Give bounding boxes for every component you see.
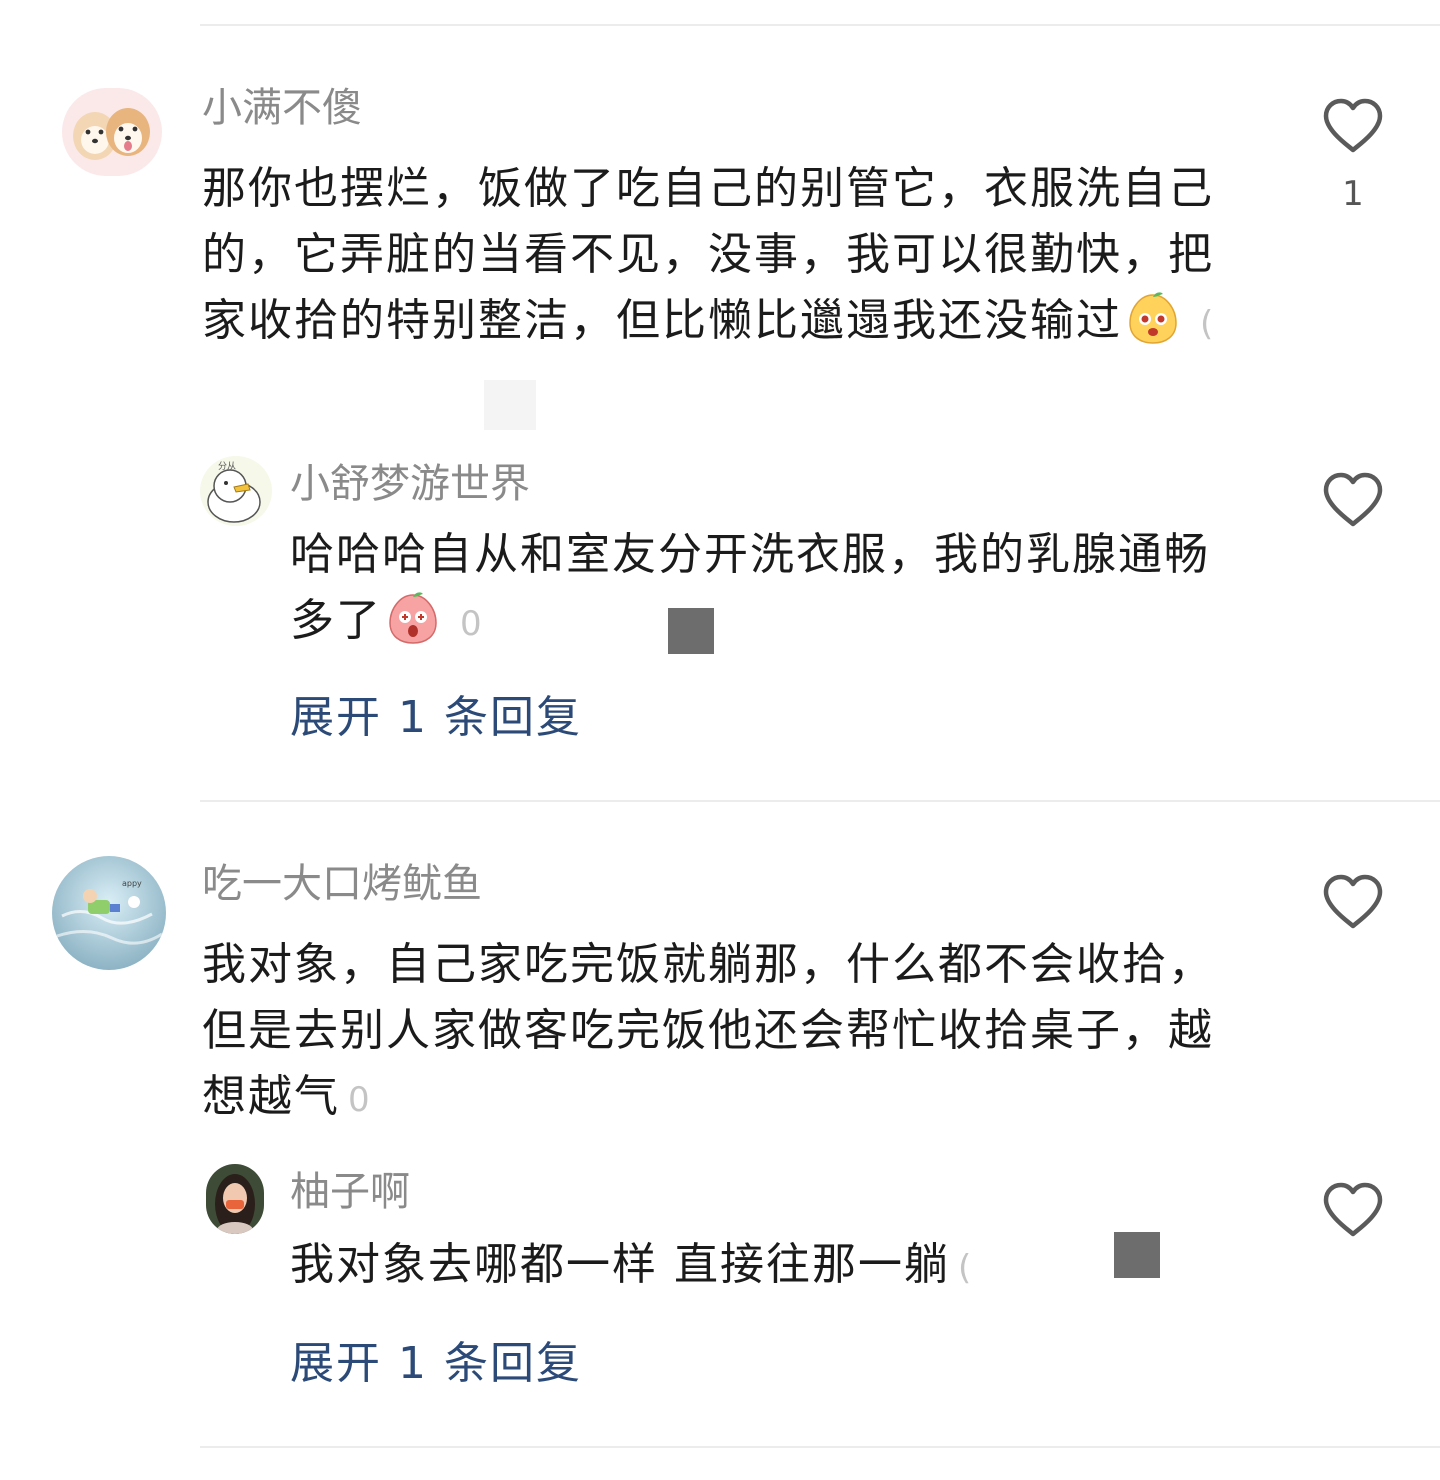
avatar-girl[interactable] — [206, 1164, 264, 1234]
heart-outline-icon — [1323, 874, 1383, 929]
like-button[interactable] — [1322, 98, 1384, 154]
avatar-duck[interactable]: 分从 — [200, 456, 272, 526]
heart-outline-icon — [1323, 1182, 1383, 1237]
heart-outline-icon — [1323, 98, 1383, 153]
yellow-blob-emoji-icon — [1126, 291, 1180, 345]
expand-replies-link[interactable]: 展开 1 条回复 — [290, 688, 582, 748]
reply-username[interactable]: 柚子啊 — [290, 1164, 410, 1220]
gray-block — [668, 608, 714, 654]
divider-top — [200, 24, 1440, 26]
reply-like-button[interactable] — [1322, 1182, 1384, 1238]
comment-content: 那你也摆烂，饭做了吃自己的别管它，衣服洗自己的，它弄脏的当看不见，没事，我可以很… — [202, 156, 1242, 357]
faint-mark — [484, 380, 536, 430]
comment-content: 我对象，自己家吃完饭就躺那，什么都不会收拾，但是去别人家做客吃完饭他还会帮忙收拾… — [202, 932, 1242, 1133]
gray-block — [1114, 1232, 1160, 1278]
divider-middle — [200, 800, 1440, 802]
reply-content: 哈哈哈自从和室友分开洗衣服，我的乳腺通畅多了 0 — [290, 522, 1240, 657]
comment-timestamp: 0 — [348, 1080, 370, 1120]
reply-username[interactable]: 小舒梦游世界 — [290, 456, 530, 512]
reply-text: 我对象去哪都一样 直接往那一躺 — [290, 1239, 950, 1290]
heart-outline-icon — [1323, 472, 1383, 527]
divider-bottom — [200, 1446, 1440, 1448]
avatar-dogs[interactable] — [62, 88, 162, 176]
like-button[interactable] — [1322, 874, 1384, 930]
reply-timestamp: ( — [958, 1248, 972, 1288]
comment-timestamp: ( — [1200, 304, 1214, 344]
reply-timestamp: 0 — [460, 604, 482, 644]
reply-content: 我对象去哪都一样 直接往那一躺( — [290, 1232, 1240, 1301]
svg-text:分从: 分从 — [218, 461, 236, 472]
svg-text:appy: appy — [122, 879, 142, 888]
comment-username[interactable]: 吃一大口烤鱿鱼 — [202, 856, 482, 912]
avatar-shinchan[interactable]: appy — [52, 856, 166, 970]
comment-text: 那你也摆烂，饭做了吃自己的别管它，衣服洗自己的，它弄脏的当看不见，没事，我可以很… — [202, 163, 1214, 346]
comment-username[interactable]: 小满不傻 — [202, 80, 362, 136]
reply-like-button[interactable] — [1322, 472, 1384, 528]
like-count: 1 — [1342, 174, 1364, 214]
expand-replies-link[interactable]: 展开 1 条回复 — [290, 1334, 582, 1394]
pink-blob-emoji-icon — [386, 591, 440, 645]
